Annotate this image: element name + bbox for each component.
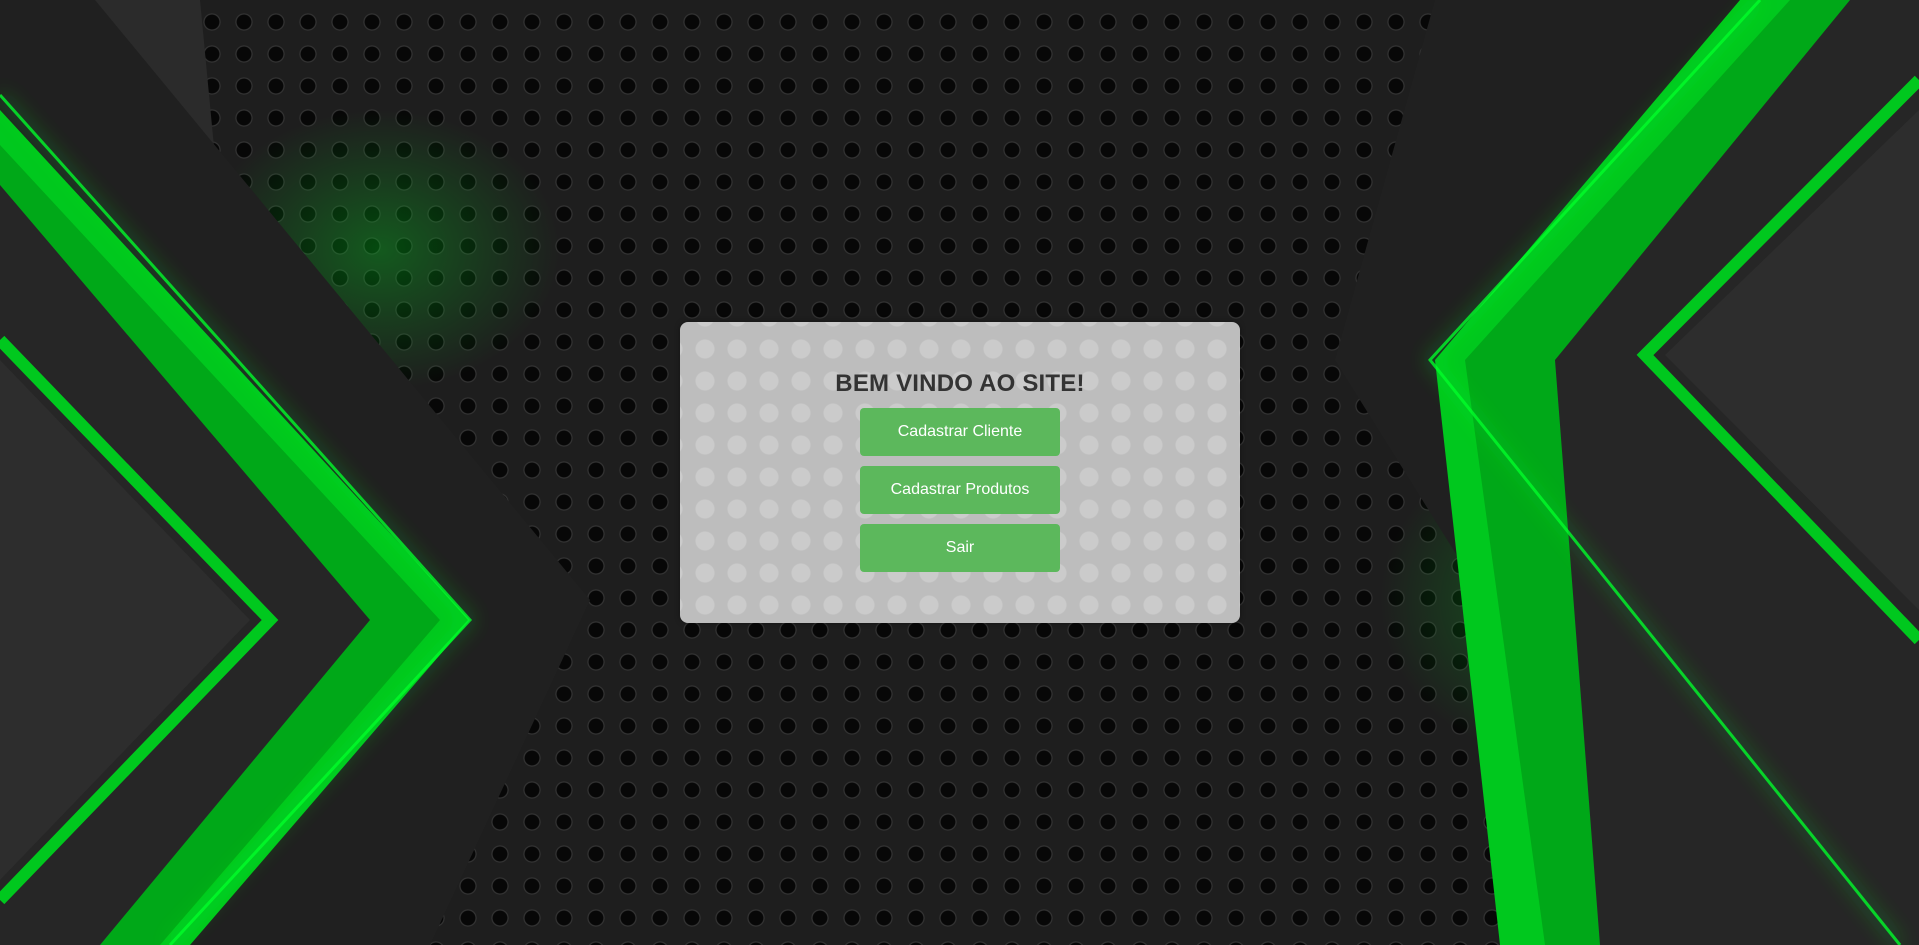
- register-products-button[interactable]: Cadastrar Produtos: [860, 466, 1060, 514]
- logout-button[interactable]: Sair: [860, 524, 1060, 572]
- welcome-title: BEM VINDO AO SITE!: [835, 370, 1085, 397]
- right-decor-shape: [1335, 0, 1919, 945]
- page-background: BEM VINDO AO SITE! Cadastrar Cliente Cad…: [0, 0, 1919, 945]
- register-client-button[interactable]: Cadastrar Cliente: [860, 408, 1060, 456]
- welcome-card: BEM VINDO AO SITE! Cadastrar Cliente Cad…: [680, 322, 1240, 623]
